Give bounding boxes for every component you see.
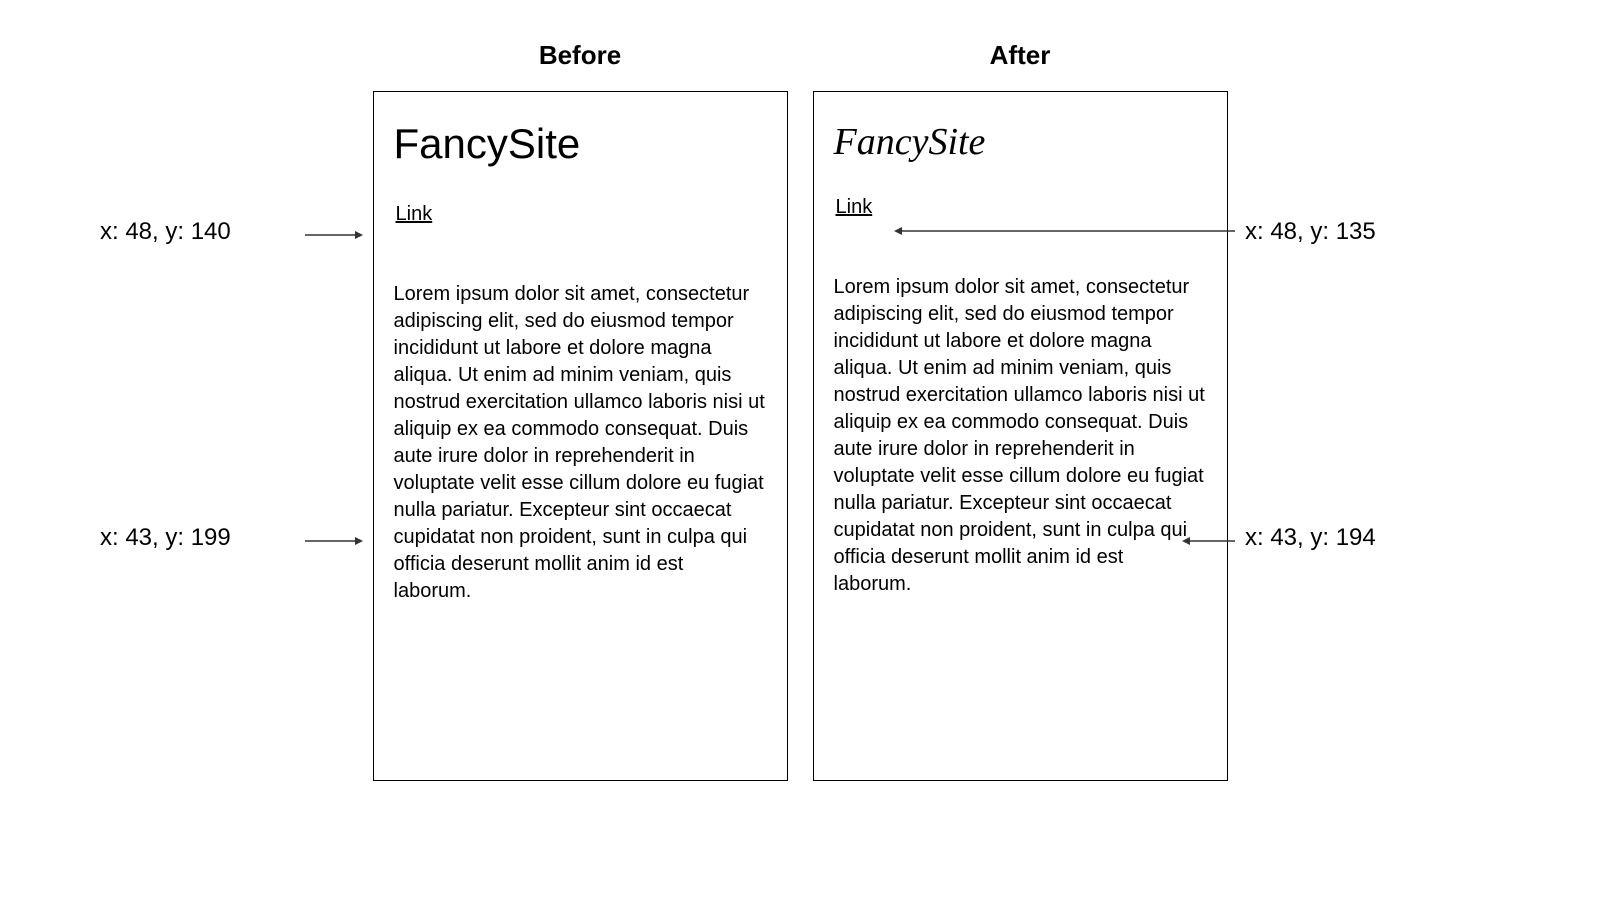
arrow-left-bottom: [305, 534, 365, 535]
arrow-right-top: [890, 224, 1235, 225]
after-body-text: Lorem ipsum dolor sit amet, consectetur …: [834, 274, 1207, 598]
after-site-title: FancySite: [834, 120, 1207, 164]
after-panel: FancySite Link Lorem ipsum dolor sit ame…: [813, 91, 1228, 781]
annotation-after-body-coords: x: 43, y: 194: [1245, 524, 1376, 552]
after-link[interactable]: Link: [836, 196, 873, 219]
after-panel-wrapper: After FancySite Link Lorem ipsum dolor s…: [813, 40, 1228, 781]
arrow-left-top: [305, 228, 365, 229]
before-link[interactable]: Link: [396, 203, 433, 226]
annotation-before-link-coords: x: 48, y: 140: [100, 218, 231, 246]
before-panel-wrapper: Before FancySite Link Lorem ipsum dolor …: [373, 40, 788, 781]
before-panel: FancySite Link Lorem ipsum dolor sit ame…: [373, 91, 788, 781]
before-body-text: Lorem ipsum dolor sit amet, consectetur …: [394, 281, 767, 605]
after-title: After: [990, 40, 1051, 71]
before-site-title: FancySite: [394, 120, 767, 168]
annotation-before-body-coords: x: 43, y: 199: [100, 524, 231, 552]
annotation-after-link-coords: x: 48, y: 135: [1245, 218, 1376, 246]
arrow-right-bottom: [1178, 534, 1235, 535]
before-title: Before: [539, 40, 621, 71]
